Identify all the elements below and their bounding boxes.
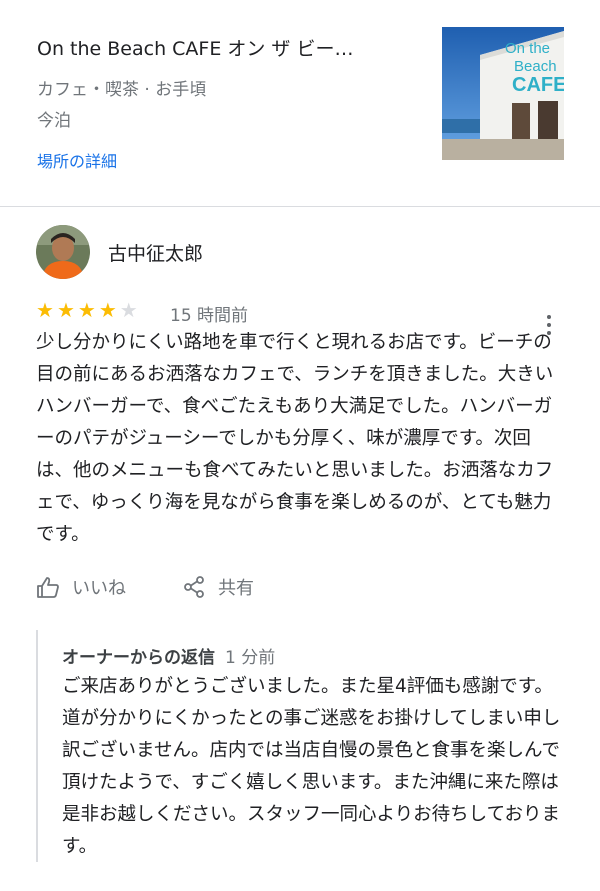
share-label: 共有 bbox=[218, 578, 254, 599]
thumb-up-icon bbox=[37, 577, 59, 598]
reply-indent-bar bbox=[36, 630, 38, 862]
reviewer-name[interactable]: 古中征太郎 bbox=[108, 239, 203, 266]
sign-line-3: CAFE bbox=[512, 74, 564, 96]
like-button[interactable]: いいね bbox=[36, 572, 126, 602]
review-time: 15 時間前 bbox=[170, 306, 249, 326]
star-empty-icon: ★ bbox=[119, 298, 141, 322]
place-category: カフェ・喫茶 · お手頃 bbox=[37, 80, 207, 100]
place-name[interactable]: On the Beach CAFE オン ザ ビー… bbox=[37, 34, 353, 61]
owner-reply-time: 1 分前 bbox=[225, 648, 276, 668]
star-filled-icon: ★ bbox=[56, 298, 78, 322]
sign-line-1: On the bbox=[505, 40, 550, 57]
review-text: 少し分かりにくい路地を車で行くと現れるお店です。ビーチの目の前にあるお洒落なカフ… bbox=[36, 332, 554, 545]
star-filled-icon: ★ bbox=[36, 298, 57, 322]
avatar[interactable] bbox=[36, 225, 90, 279]
star-filled-icon: ★ bbox=[98, 298, 120, 322]
like-label: いいね bbox=[72, 578, 126, 599]
share-button[interactable]: 共有 bbox=[182, 572, 254, 602]
sign-line-2: Beach bbox=[514, 58, 557, 75]
place-details-link[interactable]: 場所の詳細 bbox=[37, 148, 117, 172]
owner-reply-header: オーナーからの返信 1 分前 bbox=[62, 643, 275, 668]
owner-reply-text: ご来店ありがとうございました。また星4評価も感謝です。道が分かりにくかったとの事… bbox=[62, 676, 561, 857]
share-icon bbox=[184, 576, 204, 598]
place-location: 今泊 bbox=[37, 111, 71, 131]
place-thumbnail[interactable]: On the Beach CAFE bbox=[442, 27, 564, 160]
place-card: On the Beach CAFE オン ザ ビー… カフェ・喫茶 · お手頃 … bbox=[0, 0, 600, 207]
rating-stars: ★★★★★ bbox=[36, 297, 141, 323]
section-divider bbox=[0, 206, 600, 207]
star-filled-icon: ★ bbox=[77, 298, 99, 322]
owner-reply-label: オーナーからの返信 bbox=[62, 648, 215, 668]
